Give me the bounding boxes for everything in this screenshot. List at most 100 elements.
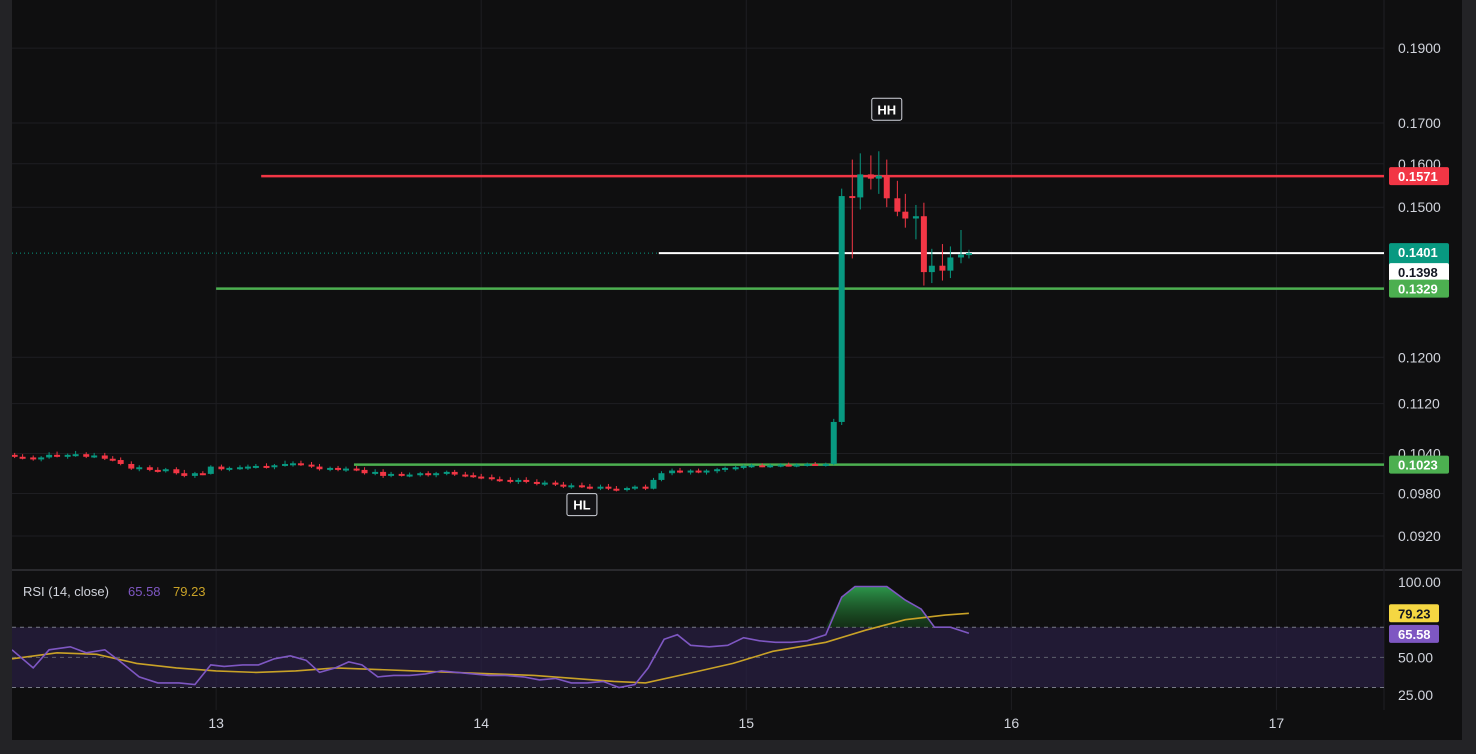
candle-body: [218, 466, 225, 470]
candle-body: [695, 470, 702, 473]
candle-body: [451, 471, 458, 475]
candle-body: [263, 465, 270, 468]
candle-body: [72, 454, 79, 457]
candle-body: [830, 421, 837, 464]
candle-body: [867, 174, 874, 179]
candle-body: [928, 265, 935, 273]
candle-body: [470, 475, 477, 478]
candle-body: [965, 253, 972, 256]
rsi-value-tag: 65.58: [1389, 624, 1439, 643]
candle-body: [605, 486, 612, 489]
price-tick-label[interactable]: 0.1500: [1398, 199, 1441, 215]
candle-body: [804, 463, 811, 466]
candle-body: [912, 216, 919, 219]
candle-body: [894, 198, 901, 212]
candle-body: [12, 454, 18, 457]
price-tick-label[interactable]: 0.1200: [1398, 349, 1441, 365]
candle-body: [64, 454, 71, 457]
candle[interactable]: [838, 188, 845, 426]
prev-close-tag-text: 0.1398: [1398, 265, 1438, 280]
candle-body: [812, 463, 819, 466]
candle-body: [38, 457, 45, 460]
candle-body: [822, 463, 829, 466]
candle-body: [207, 466, 214, 474]
candle-body: [252, 465, 259, 468]
candle-body: [353, 468, 360, 471]
candle-body: [533, 481, 540, 484]
candle-body: [687, 470, 694, 473]
time-tick-label[interactable]: 14: [473, 715, 489, 731]
time-tick-label[interactable]: 17: [1269, 715, 1285, 731]
price-tick-label[interactable]: 0.0980: [1398, 486, 1441, 502]
candle-body: [372, 471, 379, 474]
hh-label[interactable]: HH: [871, 97, 903, 121]
candle-body: [767, 465, 774, 468]
candle-body: [650, 479, 657, 489]
candle-body: [722, 467, 729, 470]
rsi-tick-label[interactable]: 25.00: [1398, 687, 1433, 703]
candle[interactable]: [207, 465, 214, 475]
candle-body: [83, 454, 90, 457]
rsi-band-fill: [12, 627, 1384, 688]
time-tick-label[interactable]: 16: [1004, 715, 1020, 731]
candle-body: [478, 476, 485, 479]
candle-body: [388, 473, 395, 476]
hl-label[interactable]: HL: [566, 493, 598, 517]
price-tick-label[interactable]: 0.0920: [1398, 528, 1441, 544]
price-tick-label[interactable]: 0.1700: [1398, 115, 1441, 131]
candle-body: [677, 470, 684, 473]
candle-body: [117, 460, 124, 464]
candle-body: [939, 265, 946, 271]
time-tick-label[interactable]: 15: [738, 715, 754, 731]
candle-body: [128, 463, 135, 469]
candle-body: [957, 254, 964, 258]
price-tick-label[interactable]: 0.1120: [1398, 396, 1440, 412]
chart-frame[interactable]: HH HL 0.1900 0.1700 0.1600 0.1500 0.1200 0.112…: [12, 0, 1462, 740]
candle-body: [173, 469, 180, 474]
candle-body: [785, 464, 792, 467]
candle[interactable]: [830, 418, 837, 466]
rsi-title[interactable]: RSI (14, close): [23, 584, 109, 599]
candle-body: [507, 479, 514, 482]
candle-body: [327, 467, 334, 470]
candle-body: [316, 466, 323, 470]
candle-body: [30, 457, 37, 460]
candle-body: [748, 465, 755, 468]
candle-body: [417, 473, 424, 476]
candle-body: [46, 454, 53, 458]
candle-body: [631, 486, 638, 489]
candle-body: [714, 469, 721, 472]
candle-body: [181, 473, 188, 476]
candle-body: [669, 470, 676, 474]
hl-label-text: HL: [573, 498, 590, 513]
candle-body: [443, 471, 450, 474]
price-tick-label[interactable]: 0.1900: [1398, 40, 1441, 56]
candle-body: [101, 455, 108, 459]
candle-body: [335, 467, 342, 470]
rsi-value-tag-text: 65.58: [1398, 627, 1431, 642]
candle-body: [199, 473, 206, 476]
candle-body: [568, 485, 575, 488]
candle-body: [777, 464, 784, 467]
current-price-tag-text: 0.1401: [1398, 245, 1438, 260]
support-lower-tag-text: 0.1023: [1398, 458, 1438, 473]
candle-body: [496, 479, 503, 482]
candle-body: [380, 471, 387, 476]
rsi-band: [12, 626, 1384, 688]
candle-body: [406, 474, 413, 477]
candle-body: [19, 456, 26, 459]
candle-body: [793, 464, 800, 467]
candle-body: [91, 455, 98, 458]
time-tick-label[interactable]: 13: [208, 715, 224, 731]
candle-body: [703, 470, 710, 473]
rsi-tick-label[interactable]: 100.00: [1398, 574, 1441, 590]
rsi-tick-label[interactable]: 50.00: [1398, 649, 1433, 665]
candle-body: [902, 211, 909, 219]
chart-canvas[interactable]: HHHL 0.19000.17000.16000.15000.12000.112…: [12, 0, 1462, 740]
resistance-tag: 0.1571: [1389, 167, 1449, 186]
candle-body: [515, 479, 522, 482]
candle-body: [560, 484, 567, 487]
prev-close-tag: 0.1398: [1389, 263, 1449, 282]
candle-body: [433, 473, 440, 476]
candle-body: [578, 485, 585, 488]
